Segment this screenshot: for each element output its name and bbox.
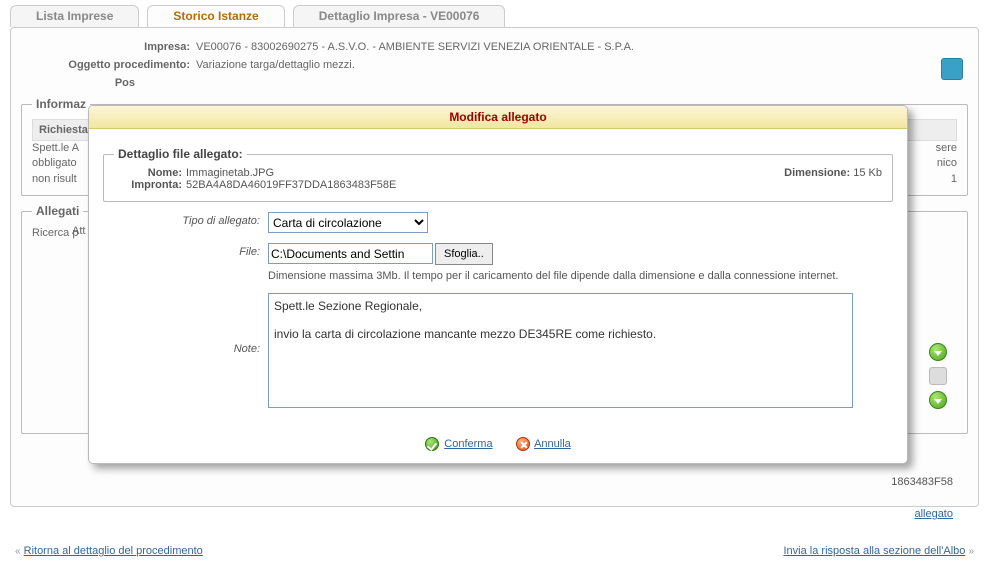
- note-label: Note:: [103, 293, 268, 355]
- tab-bar: Lista Imprese Storico Istanze Dettaglio …: [10, 5, 979, 27]
- impronta-label: Impronta:: [114, 179, 186, 191]
- allegato-link[interactable]: allegato: [914, 508, 953, 520]
- modal-title: Modifica allegato: [89, 106, 907, 129]
- modal-modifica-allegato: Modifica allegato Dettaglio file allegat…: [88, 105, 908, 464]
- bg-text-2: obbligato: [32, 157, 77, 169]
- oggetto-label: Oggetto procedimento:: [21, 59, 196, 71]
- informazioni-legend: Informaz: [32, 97, 90, 111]
- chevron-left-icon: «: [15, 546, 21, 557]
- move-down-icon[interactable]: [929, 343, 947, 361]
- grid-icon[interactable]: [929, 367, 947, 385]
- tab-lista-imprese[interactable]: Lista Imprese: [10, 5, 139, 27]
- nome-value: Immaginetab.JPG: [186, 167, 274, 179]
- file-hint: Dimensione massima 3Mb. Il tempo per il …: [268, 269, 893, 283]
- bg-text-1: Spett.le A: [32, 142, 79, 154]
- document-icon[interactable]: [941, 58, 963, 80]
- tipo-allegato-select[interactable]: Carta di circolazione: [268, 212, 428, 233]
- cancel-icon: [516, 437, 530, 451]
- send-link[interactable]: Invia la risposta alla sezione dell'Albo: [784, 545, 966, 557]
- oggetto-value: Variazione targa/dettaglio mezzi.: [196, 59, 355, 71]
- posizione-label: Pos: [21, 77, 141, 89]
- chevron-right-icon: »: [968, 546, 974, 557]
- dettaglio-file-fieldset: Dettaglio file allegato: Nome: Immaginet…: [103, 147, 893, 202]
- bg-right-2: nico: [937, 157, 957, 169]
- action-column: [923, 343, 953, 409]
- move-down-icon-2[interactable]: [929, 391, 947, 409]
- tipo-allegato-label: Tipo di allegato:: [103, 212, 268, 227]
- impronta-value: 52BA4A8DA46019FF37DDA1863483F58E: [186, 179, 396, 191]
- bg-right-3: 1: [951, 173, 957, 185]
- file-path-input[interactable]: [268, 243, 433, 264]
- note-textarea[interactable]: [268, 293, 853, 408]
- tab-storico-istanze[interactable]: Storico Istanze: [147, 5, 284, 27]
- allegati-legend: Allegati: [32, 204, 83, 218]
- file-label: File:: [103, 243, 268, 258]
- atti-label: Att: [72, 224, 85, 239]
- cancel-button[interactable]: Annulla: [534, 438, 571, 450]
- bg-text-3: non risult: [32, 173, 77, 185]
- confirm-icon: [425, 437, 439, 451]
- tab-dettaglio-impresa[interactable]: Dettaglio Impresa - VE00076: [293, 5, 506, 27]
- browse-button[interactable]: Sfoglia..: [435, 243, 493, 265]
- dimensione-label: Dimensione:: [784, 167, 850, 179]
- bg-right-1: sere: [936, 142, 957, 154]
- dettaglio-file-legend: Dettaglio file allegato:: [114, 147, 247, 161]
- impronta-tail: 1863483F58: [891, 476, 953, 488]
- confirm-button[interactable]: Conferma: [444, 438, 492, 450]
- nome-label: Nome:: [114, 167, 186, 179]
- dimensione-value: 15 Kb: [853, 167, 882, 179]
- back-link[interactable]: Ritorna al dettaglio del procedimento: [24, 545, 203, 557]
- impresa-value: VE00076 - 83002690275 - A.S.V.O. - AMBIE…: [196, 41, 634, 53]
- impresa-label: Impresa:: [21, 41, 196, 53]
